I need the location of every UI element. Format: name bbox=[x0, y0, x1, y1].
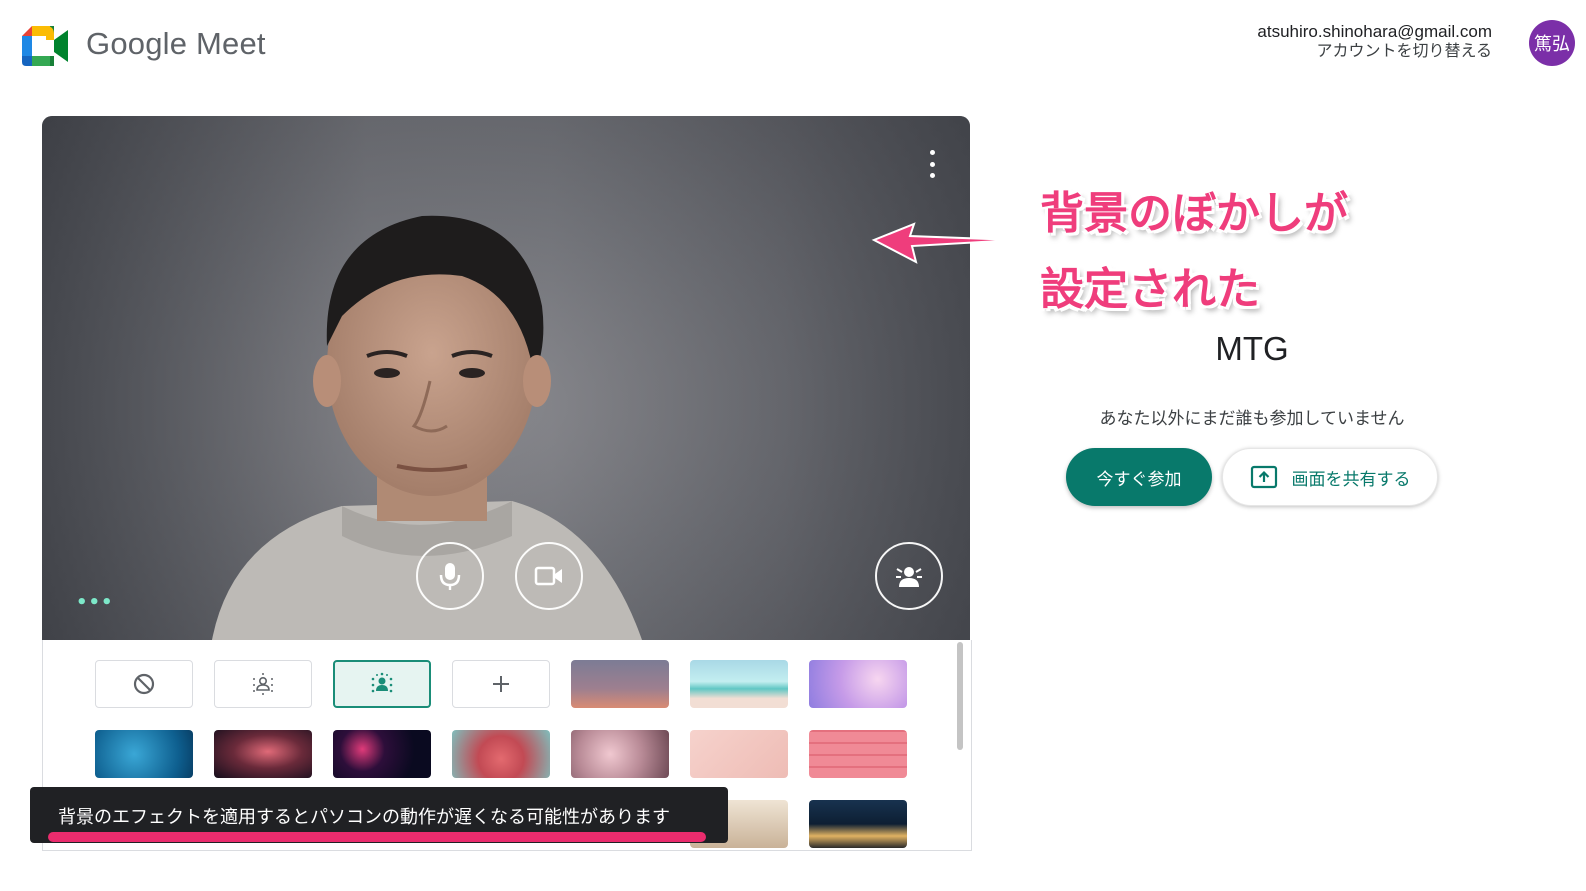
participants-status: あなた以外にまだ誰も参加していません bbox=[1099, 409, 1405, 429]
join-now-button[interactable]: 今すぐ参加 bbox=[1066, 448, 1212, 506]
annotation-line-1: 背景のぼかしが bbox=[1040, 188, 1348, 239]
video-preview: ••• bbox=[42, 116, 970, 640]
switch-account-link[interactable]: アカウントを切り替える bbox=[1257, 42, 1492, 62]
block-icon bbox=[133, 673, 155, 695]
upload-background-option[interactable] bbox=[452, 660, 550, 708]
avatar[interactable]: 篤弘 bbox=[1529, 20, 1575, 66]
camera-button[interactable] bbox=[515, 542, 583, 610]
background-image-nebula[interactable] bbox=[214, 730, 312, 778]
highlight-underline bbox=[48, 832, 706, 842]
background-image-clouds[interactable] bbox=[809, 660, 907, 708]
background-image-pattern[interactable] bbox=[809, 730, 907, 778]
slight-blur-icon bbox=[253, 673, 273, 695]
background-image-fireworks[interactable] bbox=[333, 730, 431, 778]
background-effects-icon bbox=[896, 567, 922, 587]
background-image-blossoms[interactable] bbox=[571, 730, 669, 778]
no-effect-option[interactable] bbox=[95, 660, 193, 708]
app-title: Google Meet bbox=[86, 26, 266, 61]
present-screen-icon bbox=[1250, 465, 1277, 489]
background-image-beach[interactable] bbox=[690, 660, 788, 708]
status-ellipsis: ••• bbox=[76, 592, 114, 613]
background-effects-button[interactable] bbox=[875, 542, 943, 610]
account-email: atsuhiro.shinohara@gmail.com bbox=[1257, 22, 1492, 41]
background-image-night-house[interactable] bbox=[809, 800, 907, 848]
background-image-pink[interactable] bbox=[690, 730, 788, 778]
plus-icon bbox=[493, 676, 509, 692]
blur-option-selected[interactable] bbox=[333, 660, 431, 708]
present-screen-label: 画面を共有する bbox=[1291, 469, 1411, 490]
annotation-text: 背景のぼかしが 設定された bbox=[1040, 176, 1348, 328]
microphone-icon bbox=[439, 563, 461, 590]
background-image-sunset[interactable] bbox=[571, 660, 669, 708]
microphone-button[interactable] bbox=[416, 542, 484, 610]
google-meet-logo bbox=[22, 26, 70, 66]
camera-icon bbox=[534, 566, 562, 586]
blur-icon bbox=[371, 672, 393, 693]
annotation-line-2: 設定された bbox=[1040, 264, 1260, 315]
slight-blur-option[interactable] bbox=[214, 660, 312, 708]
background-image-water[interactable] bbox=[95, 730, 193, 778]
present-screen-button[interactable]: 画面を共有する bbox=[1222, 448, 1438, 506]
scrollbar[interactable] bbox=[957, 642, 963, 750]
more-vert-icon[interactable] bbox=[922, 150, 942, 178]
account-info: atsuhiro.shinohara@gmail.com アカウントを切り替える bbox=[1257, 22, 1492, 62]
annotation-arrow-icon bbox=[871, 222, 1017, 264]
background-image-flowers[interactable] bbox=[452, 730, 550, 778]
self-view-person bbox=[212, 215, 642, 640]
meeting-title: MTG bbox=[1215, 330, 1289, 367]
